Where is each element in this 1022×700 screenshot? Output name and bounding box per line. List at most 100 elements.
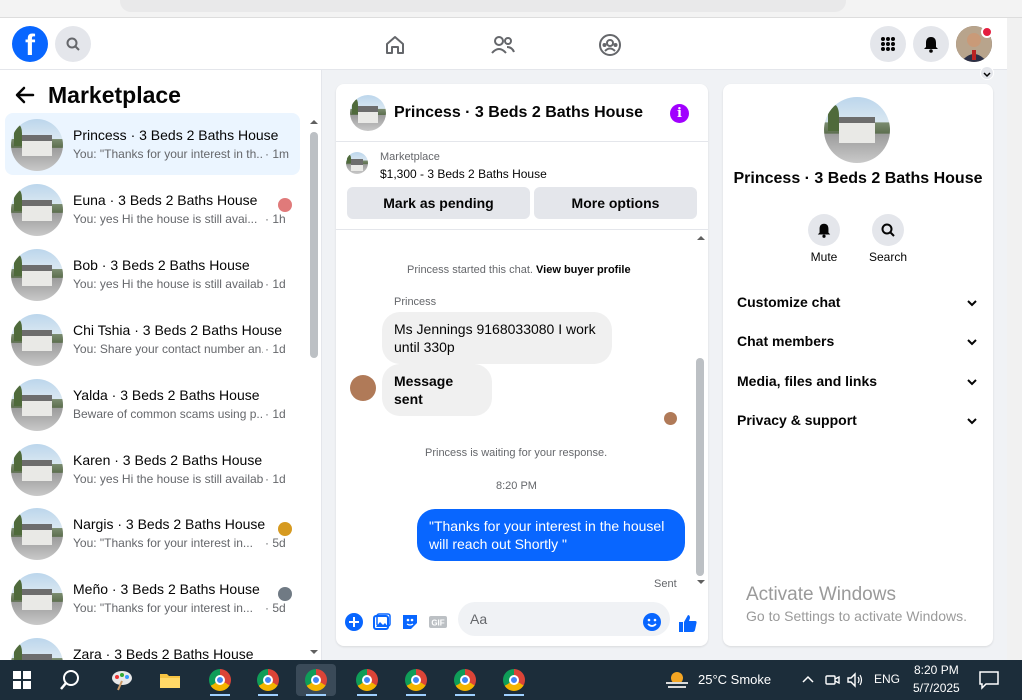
conversation-item[interactable]: Nargis · 3 Beds 2 Baths House You: "Than…	[5, 502, 300, 564]
chrome-icon[interactable]	[296, 664, 336, 696]
search-icon[interactable]	[872, 214, 904, 246]
listing-thumbnail[interactable]	[346, 152, 368, 174]
sender-avatar[interactable]	[350, 375, 376, 401]
conversation-time: · 1m	[265, 147, 289, 161]
groups-icon[interactable]	[595, 30, 625, 60]
details-name: Princess · 3 Beds 2 Baths House	[733, 170, 983, 187]
notification-dot	[981, 26, 993, 38]
conversation-time: · 5d	[265, 536, 286, 550]
customize-chat-row[interactable]: Customize chat	[737, 294, 983, 318]
chevron-up-icon[interactable]	[800, 672, 816, 688]
conversation-item[interactable]: Euna · 3 Beds 2 Baths House You: yes Hi …	[5, 178, 300, 240]
conversation-item[interactable]: Princess · 3 Beds 2 Baths House You: "Th…	[5, 113, 300, 175]
conversation-item[interactable]: Meño · 3 Beds 2 Baths House You: "Thanks…	[5, 567, 300, 629]
details-avatar[interactable]	[824, 97, 890, 163]
message-composer: GIF Aa	[336, 598, 708, 646]
bell-icon[interactable]	[913, 26, 949, 62]
speaker-icon[interactable]	[846, 672, 864, 688]
account-chevron-icon[interactable]	[980, 66, 994, 80]
message-bubble[interactable]: Message sent	[382, 364, 492, 416]
chevron-down-icon	[967, 379, 977, 386]
back-arrow-icon[interactable]	[14, 84, 40, 106]
mute-label: Mute	[810, 250, 838, 264]
message-bubble[interactable]: Ms Jennings 9168033080 I work until 330p	[382, 312, 612, 364]
chat-members-row[interactable]: Chat members	[737, 333, 983, 357]
conversation-item[interactable]: Yalda · 3 Beds 2 Baths House Beware of c…	[5, 373, 300, 435]
conversation-time: · 1h	[265, 212, 286, 226]
conversation-item[interactable]: Karen · 3 Beds 2 Baths House You: yes Hi…	[5, 438, 300, 500]
mark-pending-button[interactable]: Mark as pending	[347, 187, 530, 219]
chrome-icon[interactable]	[396, 664, 436, 696]
chrome-icon[interactable]	[347, 664, 387, 696]
conversation-name: Meño · 3 Beds 2 Baths House	[73, 581, 260, 597]
conversation-scroll-thumb[interactable]	[310, 132, 318, 358]
search-icon[interactable]	[50, 664, 90, 696]
chrome-icon[interactable]	[494, 664, 534, 696]
conversation-snippet: Beware of common scams using p...	[73, 407, 263, 421]
paint-app-icon[interactable]	[102, 664, 142, 696]
info-icon[interactable]: i	[670, 104, 689, 123]
started-label: Princess started this chat.	[407, 264, 533, 276]
conversation-snippet: You: yes Hi the house is still availab..…	[73, 277, 263, 291]
emoji-icon[interactable]	[642, 612, 662, 632]
listing-thumbnail	[11, 638, 63, 660]
facebook-logo[interactable]: f	[12, 26, 48, 62]
listing-thumbnail	[11, 314, 63, 366]
conversation-name: Yalda · 3 Beds 2 Baths House	[73, 387, 260, 403]
home-icon[interactable]	[380, 30, 410, 60]
search-icon[interactable]	[55, 26, 91, 62]
notification-center-icon[interactable]	[978, 670, 1000, 690]
file-explorer-icon[interactable]	[150, 664, 190, 696]
chrome-icon[interactable]	[200, 664, 240, 696]
conversation-panel: Marketplace Princess · 3 Beds 2 Baths Ho…	[0, 70, 322, 660]
row-label: Media, files and links	[737, 373, 878, 389]
conversation-item[interactable]: Chi Tshia · 3 Beds 2 Baths House You: Sh…	[5, 308, 300, 370]
chat-title[interactable]: Princess · 3 Beds 2 Baths House	[394, 104, 643, 122]
plus-icon[interactable]	[344, 612, 364, 632]
more-options-button[interactable]: More options	[534, 187, 697, 219]
chrome-icon[interactable]	[445, 664, 485, 696]
listing-thumbnail	[11, 508, 63, 560]
view-buyer-profile-link[interactable]: View buyer profile	[536, 264, 631, 276]
meet-icon[interactable]	[824, 672, 840, 688]
windows-start-icon[interactable]	[2, 664, 42, 696]
conversation-item[interactable]: Zara · 3 Beds 2 Baths House	[5, 632, 300, 660]
media-files-row[interactable]: Media, files and links	[737, 373, 983, 397]
message-input[interactable]: Aa	[458, 602, 670, 636]
clock-time[interactable]: 8:20 PM	[914, 663, 959, 677]
weather-icon[interactable]	[664, 669, 690, 691]
listing-label: Marketplace	[380, 151, 440, 163]
apps-grid-icon[interactable]	[870, 26, 906, 62]
privacy-support-row[interactable]: Privacy & support	[737, 412, 983, 436]
my-message-bubble[interactable]: "Thanks for your interest in the housel …	[417, 509, 685, 561]
conversation-snippet: You: "Thanks for your interest in th...	[73, 147, 263, 161]
sent-status: Sent	[654, 578, 677, 590]
address-bar[interactable]	[120, 0, 846, 12]
photo-icon[interactable]	[372, 612, 392, 632]
friends-icon[interactable]	[488, 30, 518, 60]
chrome-icon[interactable]	[248, 664, 288, 696]
clock-date[interactable]: 5/7/2025	[913, 681, 960, 695]
weather-text[interactable]: 25°C Smoke	[698, 672, 771, 687]
chat-started-text: Princess started this chat. View buyer p…	[407, 264, 631, 276]
seen-avatar	[278, 587, 292, 601]
conversation-snippet: You: "Thanks for your interest in...	[73, 601, 253, 615]
row-label: Chat members	[737, 333, 835, 349]
chat-avatar[interactable]	[350, 95, 386, 131]
conversation-time: · 1d	[265, 277, 286, 291]
activate-windows-subtitle: Go to Settings to activate Windows.	[746, 608, 967, 624]
sticker-icon[interactable]	[400, 612, 420, 632]
mute-bell-icon[interactable]	[808, 214, 840, 246]
conversation-name: Zara · 3 Beds 2 Baths House	[73, 646, 254, 660]
conversation-item[interactable]: Bob · 3 Beds 2 Baths House You: yes Hi t…	[5, 243, 300, 305]
page-scrollbar[interactable]	[1007, 18, 1022, 660]
language-indicator[interactable]: ENG	[874, 672, 900, 686]
activate-windows-title: Activate Windows	[746, 584, 896, 605]
svg-text:GIF: GIF	[431, 619, 444, 628]
thumbs-up-icon[interactable]	[677, 612, 697, 632]
listing-price[interactable]: $1,300 - 3 Beds 2 Baths House	[380, 167, 547, 181]
row-label: Customize chat	[737, 294, 841, 310]
conversation-snippet: You: Share your contact number an...	[73, 342, 263, 356]
gif-icon[interactable]: GIF	[428, 612, 448, 632]
chat-scroll-thumb[interactable]	[696, 358, 704, 576]
